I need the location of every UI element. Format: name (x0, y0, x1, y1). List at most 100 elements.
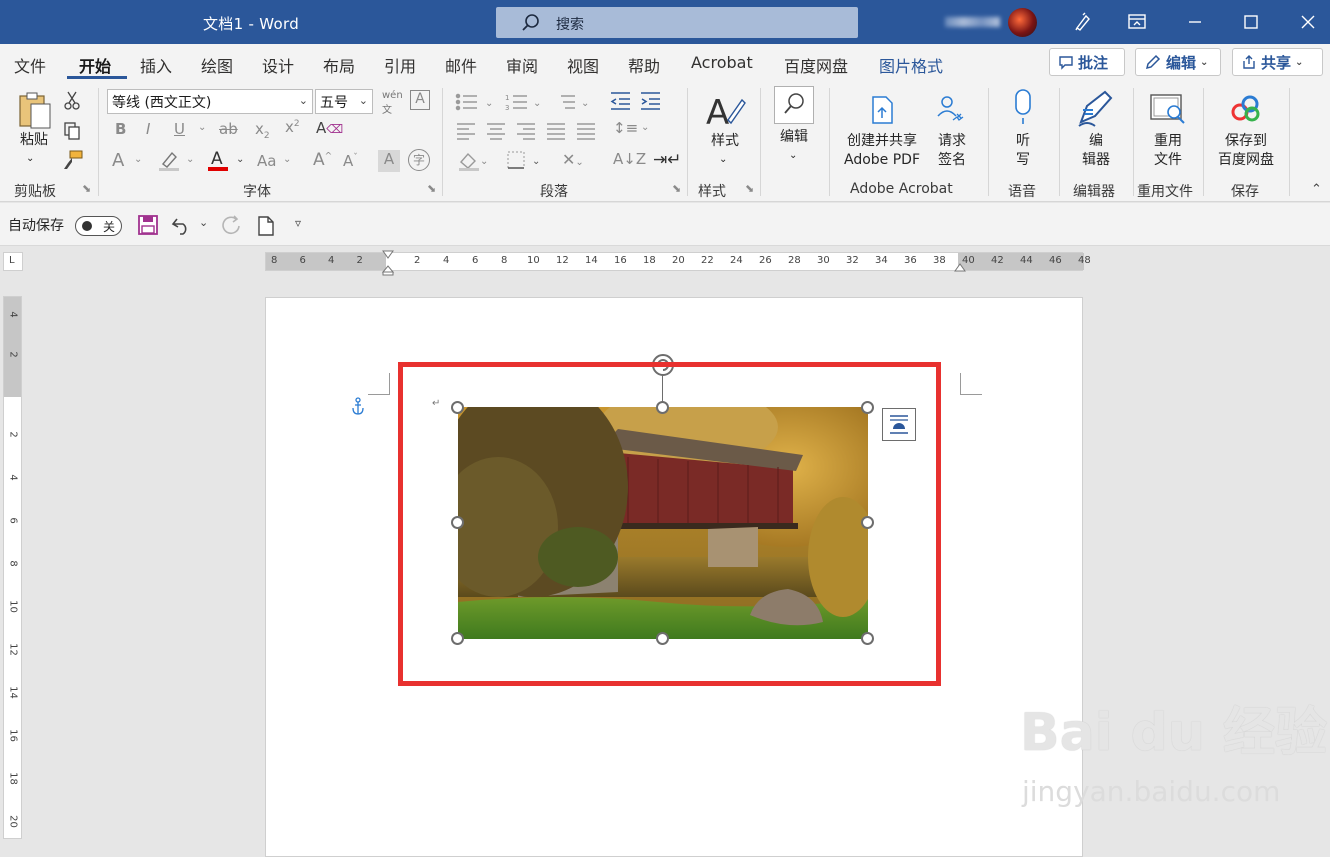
find-box[interactable] (774, 86, 814, 124)
save-icon[interactable] (138, 215, 158, 235)
redo-icon[interactable] (220, 215, 242, 237)
alignment-buttons[interactable] (457, 122, 597, 140)
tab-baidu-netdisk[interactable]: 百度网盘 (784, 53, 848, 77)
tab-picture-format[interactable]: 图片格式 (879, 53, 943, 77)
comments-button[interactable]: 批注 (1049, 48, 1125, 76)
chevron-down-icon[interactable]: ⌄ (236, 154, 244, 165)
paragraph-mark-icon[interactable]: ⇥↵ (653, 150, 682, 170)
reuse-files-icon[interactable] (1148, 92, 1190, 128)
minimize-icon[interactable] (1184, 11, 1206, 33)
text-effects-icon[interactable]: A (112, 150, 124, 171)
chevron-down-icon[interactable]: ⌄ (199, 216, 208, 229)
tab-acrobat[interactable]: Acrobat (691, 53, 753, 72)
tab-help[interactable]: 帮助 (628, 53, 660, 77)
tab-file[interactable]: 文件 (14, 53, 46, 77)
request-signature-icon[interactable] (935, 94, 969, 124)
font-size-select[interactable]: 五号 ⌄ (315, 89, 373, 114)
share-button[interactable]: 共享 ⌄ (1232, 48, 1323, 76)
character-shading-icon[interactable]: A (378, 150, 400, 172)
new-document-icon[interactable] (257, 216, 275, 236)
create-pdf-icon[interactable] (869, 94, 897, 126)
chevron-down-icon[interactable]: ⌄ (134, 154, 142, 165)
tab-insert[interactable]: 插入 (140, 53, 172, 77)
font-color-icon[interactable]: A (207, 148, 229, 172)
change-case-icon[interactable]: Aa (257, 152, 276, 170)
search-box[interactable]: 搜索 (496, 7, 858, 38)
bold-icon[interactable]: B (115, 120, 126, 138)
baidu-netdisk-icon[interactable] (1230, 94, 1262, 124)
collapse-ribbon-icon[interactable]: ⌃ (1311, 182, 1322, 197)
tab-home[interactable]: 开始 (79, 53, 111, 77)
reuse-files-button[interactable]: 重用 文件 (1148, 132, 1188, 170)
subscript-icon[interactable]: x2 (255, 120, 270, 141)
autosave-toggle[interactable]: 关 (75, 216, 122, 236)
grow-font-icon[interactable]: A^ (313, 150, 332, 170)
character-border-icon[interactable]: A (410, 90, 430, 110)
shading-icon[interactable]: ⌄ (457, 150, 487, 172)
chevron-down-icon[interactable]: ⌄ (789, 146, 797, 165)
editor-button[interactable]: 编辑器 (1078, 132, 1114, 170)
chinese-layout-icon[interactable]: ✕⌄ (562, 150, 584, 169)
chevron-down-icon[interactable]: ⌄ (186, 154, 194, 165)
tab-design[interactable]: 设计 (262, 53, 294, 77)
cut-icon[interactable] (62, 90, 82, 112)
tab-selector[interactable]: L (3, 252, 23, 271)
paste-icon[interactable] (17, 90, 53, 130)
copy-icon[interactable] (62, 120, 82, 142)
ribbon-display-icon[interactable] (1126, 11, 1148, 33)
horizontal-ruler[interactable]: 8 6 4 2 2 4 6 8 10 12 14 16 18 20 22 24 26 28 30 32 34 36 38 40… (265, 250, 1091, 276)
microphone-icon[interactable] (1011, 88, 1035, 128)
pen-icon[interactable] (1071, 11, 1093, 33)
editing-mode-button[interactable]: 编辑 ⌄ (1135, 48, 1221, 76)
strikethrough-icon[interactable]: ab (219, 120, 238, 138)
chevron-down-icon[interactable]: ⌄ (719, 150, 727, 169)
editor-icon[interactable] (1075, 88, 1117, 130)
request-signature-button[interactable]: 请求 签名 (932, 132, 972, 170)
dialog-launcher-icon[interactable]: ⬊ (745, 182, 754, 195)
editing-button[interactable]: 编辑 (774, 128, 814, 147)
styles-button[interactable]: 样式 (707, 132, 743, 151)
phonetic-guide-icon[interactable]: wén 文 (382, 90, 403, 116)
chevron-down-icon[interactable]: ⌄ (198, 122, 206, 133)
chevron-down-icon[interactable]: ⌄ (283, 154, 291, 165)
styles-icon[interactable]: A (704, 90, 746, 130)
format-painter-icon[interactable] (62, 149, 84, 171)
vertical-ruler[interactable]: 4 2 2 4 6 8 10 12 14 16 18 20 (3, 296, 22, 839)
enclose-characters-icon[interactable]: 字 (408, 149, 430, 171)
create-pdf-button[interactable]: 创建并共享 Adobe PDF (840, 132, 924, 170)
tab-references[interactable]: 引用 (384, 53, 416, 77)
indent-marker-icon[interactable] (382, 250, 394, 276)
highlight-icon[interactable] (157, 150, 181, 172)
shrink-font-icon[interactable]: Aˇ (343, 152, 358, 170)
sort-icon[interactable]: A↓Z (613, 150, 646, 168)
right-indent-marker-icon[interactable] (954, 261, 966, 273)
tab-view[interactable]: 视图 (567, 53, 599, 77)
underline-icon[interactable]: U (174, 120, 185, 138)
maximize-icon[interactable] (1240, 11, 1262, 33)
customize-toolbar-icon[interactable]: ▿ (295, 216, 301, 230)
chevron-down-icon[interactable]: ⌄ (641, 122, 649, 133)
tab-draw[interactable]: 绘图 (201, 53, 233, 77)
avatar[interactable] (1008, 8, 1037, 37)
superscript-icon[interactable]: x2 (285, 118, 300, 136)
save-to-baidu-button[interactable]: 保存到 百度网盘 (1212, 132, 1280, 170)
dialog-launcher-icon[interactable]: ⬊ (82, 182, 91, 195)
tab-review[interactable]: 审阅 (506, 53, 538, 77)
undo-icon[interactable] (171, 215, 193, 235)
font-name-select[interactable]: 等线 (西文正文) ⌄ (107, 89, 313, 114)
tab-layout[interactable]: 布局 (323, 53, 355, 77)
tab-mailings[interactable]: 邮件 (445, 53, 477, 77)
dialog-launcher-icon[interactable]: ⬊ (427, 182, 436, 195)
close-icon[interactable] (1297, 11, 1319, 33)
indent-buttons[interactable] (610, 91, 662, 111)
dictate-button[interactable]: 听写 (1006, 132, 1040, 170)
list-buttons[interactable]: ⌄ 1 3 ⌄ ⌄ (455, 92, 595, 112)
clear-formatting-icon[interactable]: A⌫ (316, 119, 343, 137)
italic-icon[interactable]: I (146, 120, 150, 138)
anchor-icon[interactable] (350, 397, 366, 417)
paste-button[interactable]: 粘贴 (16, 131, 52, 150)
line-spacing-icon[interactable]: ↕≡ (613, 119, 638, 137)
chevron-down-icon[interactable]: ⌄ (26, 149, 34, 168)
dialog-launcher-icon[interactable]: ⬊ (672, 182, 681, 195)
borders-icon[interactable]: ⌄ (506, 150, 546, 172)
